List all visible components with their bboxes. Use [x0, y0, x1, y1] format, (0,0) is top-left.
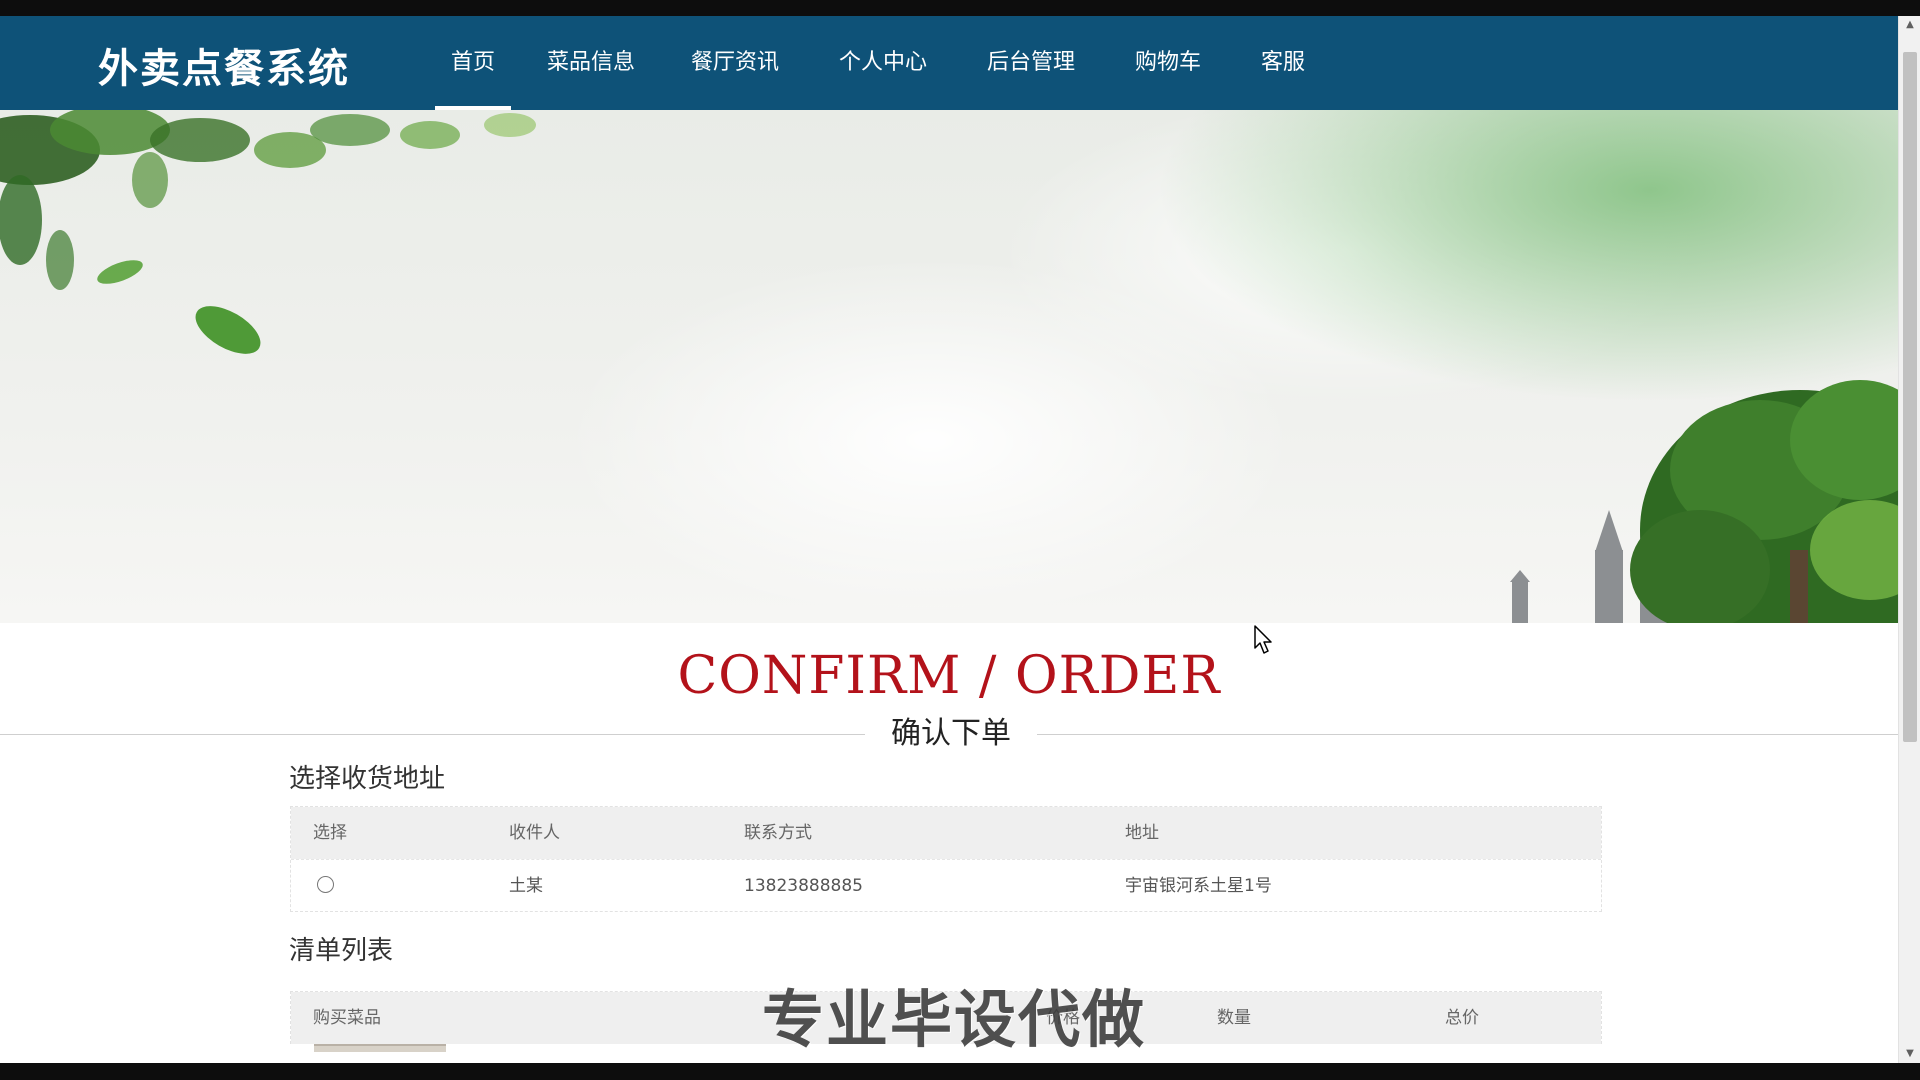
col-total: 总价: [1445, 1008, 1479, 1028]
scrollbar-thumb[interactable]: [1903, 52, 1917, 742]
scroll-up-icon[interactable]: ▲: [1899, 16, 1920, 34]
nav-item-news[interactable]: 餐厅资讯: [689, 16, 781, 110]
col-dish: 购买菜品: [313, 1008, 381, 1028]
video-letterbox-top: [0, 0, 1920, 16]
site-brand[interactable]: 外卖点餐系统: [98, 36, 350, 94]
address-table-header: 选择 收件人 联系方式 地址: [291, 807, 1601, 859]
scroll-down-icon[interactable]: ▼: [1899, 1045, 1920, 1063]
mouse-cursor-icon: [1254, 625, 1272, 654]
nav-item-profile[interactable]: 个人中心: [837, 16, 929, 110]
nav-item-home[interactable]: 首页: [435, 16, 511, 110]
banner-illustration: [0, 110, 1898, 623]
nav-item-cart[interactable]: 购物车: [1133, 16, 1203, 110]
nav-item-service[interactable]: 客服: [1259, 16, 1307, 110]
col-recipient: 收件人: [509, 823, 560, 843]
browser-viewport: 外卖点餐系统 首页 菜品信息 餐厅资讯 个人中心 后台管理 购物车 客服 CON…: [0, 16, 1898, 1063]
nav-item-dishes[interactable]: 菜品信息: [545, 16, 637, 110]
page-scrollbar[interactable]: ▲ ▼: [1898, 16, 1920, 1063]
page-heading-cn: 确认下单: [865, 712, 1037, 756]
site-header: 外卖点餐系统 首页 菜品信息 餐厅资讯 个人中心 后台管理 购物车 客服: [0, 16, 1898, 110]
video-letterbox-bottom: [0, 1063, 1920, 1080]
list-section-title: 清单列表: [289, 936, 394, 966]
video-watermark: 专业毕设代做: [762, 983, 1147, 1056]
hero-banner: [0, 110, 1898, 623]
address-section-title: 选择收货地址: [289, 764, 446, 794]
page-heading-en: CONFIRM / ORDER: [677, 646, 1221, 706]
address-table: 选择 收件人 联系方式 地址 土某 13823888885 宇宙银河系土星1号: [290, 806, 1602, 912]
recipient-name: 土某: [509, 876, 543, 896]
table-row[interactable]: 土某 13823888885 宇宙银河系土星1号: [291, 859, 1601, 911]
col-address: 地址: [1125, 823, 1159, 843]
col-quantity: 数量: [1217, 1008, 1251, 1028]
leaves-decoration: [0, 110, 536, 354]
col-select: 选择: [313, 823, 347, 843]
nav-item-admin[interactable]: 后台管理: [985, 16, 1077, 110]
tree-decoration: [1630, 380, 1898, 623]
main-nav: 首页 菜品信息 餐厅资讯 个人中心 后台管理 购物车 客服: [435, 16, 1307, 110]
recipient-phone: 13823888885: [744, 876, 863, 896]
dish-thumbnail: [314, 1044, 446, 1052]
address-select-radio[interactable]: [317, 876, 334, 893]
recipient-address: 宇宙银河系土星1号: [1125, 876, 1272, 896]
col-phone: 联系方式: [744, 823, 812, 843]
